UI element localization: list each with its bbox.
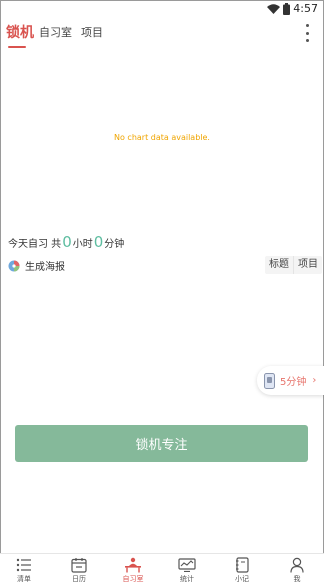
lock-focus-button[interactable]: 锁机专注 xyxy=(15,425,308,462)
header: 锁机 自习室 项目 xyxy=(0,20,324,52)
chevron-right-icon: › xyxy=(312,375,317,386)
today-hours-unit: 小时 xyxy=(72,239,93,250)
today-minutes-value: 0 xyxy=(93,233,104,251)
calendar-icon xyxy=(71,557,87,573)
status-icons: 4:57 xyxy=(267,2,318,15)
tab-study-room[interactable]: 自习室 xyxy=(39,24,72,40)
nav-item-me[interactable]: 我 xyxy=(273,556,321,584)
nav-label-study-room: 自习室 xyxy=(122,575,144,583)
generate-poster-label: 生成海报 xyxy=(25,262,65,273)
notebook-icon xyxy=(236,556,249,573)
stats-icon xyxy=(178,557,196,572)
today-study-summary: 今天自习 共 0 小时 0 分钟 xyxy=(8,233,124,251)
nav-label-list: 清单 xyxy=(17,575,31,583)
today-minutes-unit: 分钟 xyxy=(104,239,125,250)
nav-label-me: 我 xyxy=(293,575,301,583)
tab-lock[interactable]: 锁机 xyxy=(6,22,34,42)
today-prefix: 今天自习 共 xyxy=(8,239,62,250)
wifi-icon xyxy=(267,3,281,14)
nav-item-stats[interactable]: 统计 xyxy=(163,556,211,584)
today-hours-value: 0 xyxy=(62,233,72,251)
chart-placeholder-text: No chart data available. xyxy=(114,133,210,142)
more-menu-icon[interactable] xyxy=(304,24,310,42)
nav-item-list[interactable]: 清单 xyxy=(0,556,48,584)
tab-projects[interactable]: 项目 xyxy=(81,24,103,40)
screen-frame xyxy=(0,0,324,586)
nav-label-stats: 统计 xyxy=(180,575,194,583)
nav-label-calendar: 日历 xyxy=(72,575,86,583)
palette-icon xyxy=(8,260,20,271)
study-room-icon xyxy=(125,557,141,572)
phone-icon xyxy=(264,372,275,389)
nav-item-calendar[interactable]: 日历 xyxy=(55,556,103,584)
nav-item-study-room[interactable]: 自习室 xyxy=(109,556,157,584)
quick-timer-button[interactable]: 5分钟 › xyxy=(257,366,324,395)
active-tab-indicator xyxy=(8,46,26,48)
group-by-project-option[interactable]: 项目 xyxy=(293,256,322,274)
group-by-toggle: 标题 项目 xyxy=(265,256,322,274)
person-icon xyxy=(290,557,304,573)
status-bar: 4:57 xyxy=(0,0,324,20)
list-icon xyxy=(16,558,31,571)
nav-label-notes: 小记 xyxy=(235,575,249,583)
bottom-nav: 清单 日历 自习室 统计 小记 我 xyxy=(0,553,324,586)
nav-item-notes[interactable]: 小记 xyxy=(218,556,266,584)
status-time: 4:57 xyxy=(293,2,318,15)
quick-timer-label: 5分钟 xyxy=(280,377,307,388)
battery-icon xyxy=(283,2,291,15)
generate-poster-button[interactable]: 生成海报 xyxy=(8,258,65,273)
group-by-title-option[interactable]: 标题 xyxy=(265,256,293,274)
